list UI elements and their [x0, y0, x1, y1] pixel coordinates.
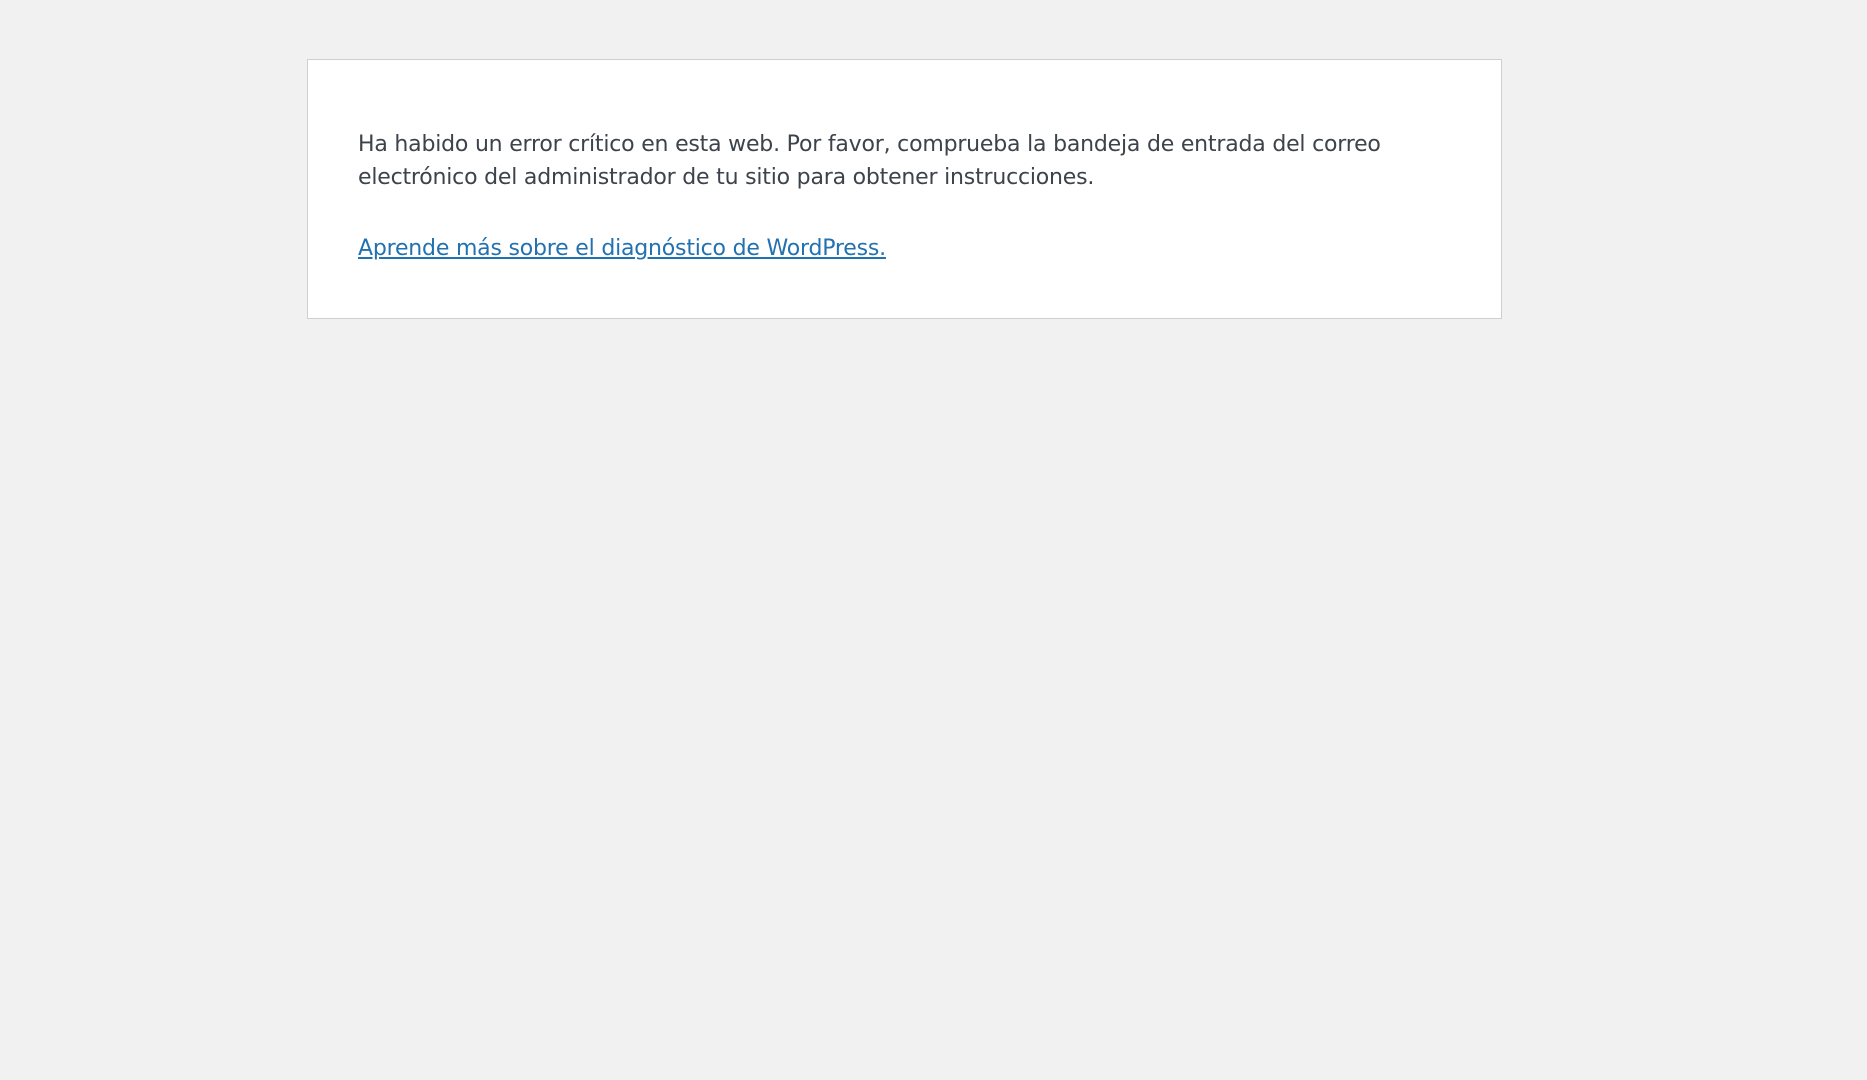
error-panel: Ha habido un error crítico en esta web. …	[307, 59, 1502, 319]
error-message: Ha habido un error crítico en esta web. …	[358, 132, 1381, 190]
learn-more-link[interactable]: Aprende más sobre el diagnóstico de Word…	[358, 232, 886, 265]
